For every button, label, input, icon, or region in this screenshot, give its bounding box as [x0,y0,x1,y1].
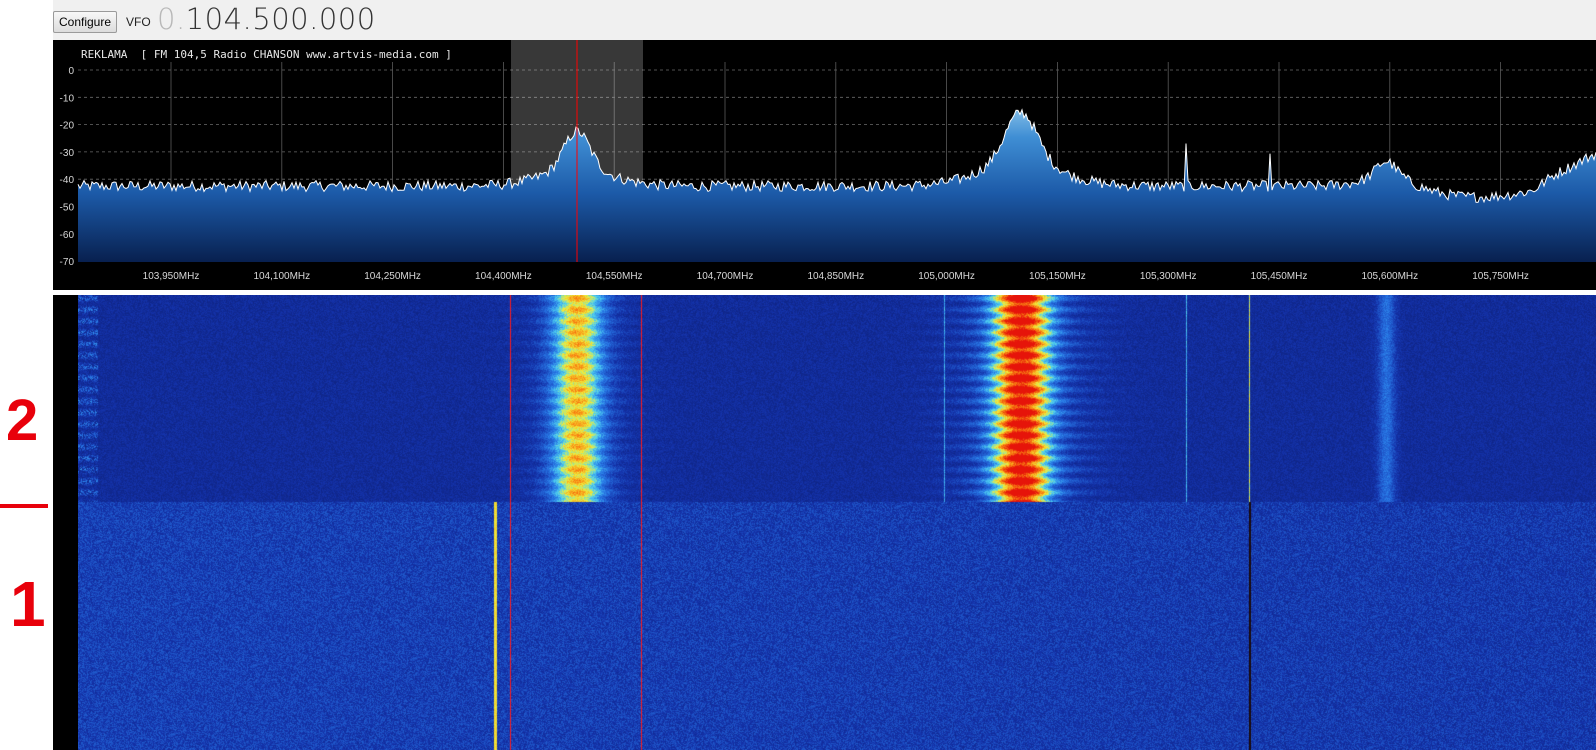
freq-tick-label: 105,150MHz [1029,271,1086,282]
spectrum-fill [78,109,1596,262]
db-tick-label: -30 [60,148,75,159]
vfo-frequency-display[interactable]: 0.104.500.000 [157,2,376,36]
db-tick-label: -70 [60,257,75,268]
annotation-label-1: 1 [10,568,46,640]
annotation-separator-line [0,504,48,508]
vfo-frequency-prefix: 0. [157,2,186,36]
waterfall-canvas [78,295,1596,750]
annotation-label-2: 2 [6,388,39,453]
rds-text: REKLAMA [ FM 104,5 Radio CHANSON www.art… [81,48,452,61]
freq-tick-label: 105,300MHz [1140,271,1197,282]
waterfall-left-strip [53,295,78,750]
db-tick-label: -20 [60,121,75,132]
vfo-frequency-value: 104.500.000 [185,2,376,36]
configure-button[interactable]: Configure [53,11,117,33]
freq-tick-label: 104,250MHz [364,271,421,282]
freq-tick-label: 104,100MHz [253,271,310,282]
waterfall-display[interactable] [53,295,1596,750]
freq-tick-label: 104,400MHz [475,271,532,282]
freq-tick-label: 103,950MHz [143,271,200,282]
freq-tick-label: 105,000MHz [918,271,975,282]
freq-tick-label: 105,750MHz [1472,271,1529,282]
spectrum-plot: 0 -10 -20 -30 -40 -50 -60 -70 103,950MHz 104,100… [60,40,1596,282]
db-tick-label: 0 [68,66,74,77]
db-tick-label: -10 [60,93,75,104]
freq-tick-label: 104,550MHz [586,271,643,282]
db-tick-label: -60 [60,230,75,241]
db-tick-label: -50 [60,203,75,214]
freq-tick-label: 105,600MHz [1361,271,1418,282]
freq-tick-label: 105,450MHz [1251,271,1308,282]
freq-tick-label: 104,850MHz [807,271,864,282]
vfo-label: VFO [126,15,151,29]
db-tick-label: -40 [60,175,75,186]
toolbar: Configure VFO 0.104.500.000 [53,0,1596,40]
spectrum-analyzer[interactable]: 0 -10 -20 -30 -40 -50 -60 -70 103,950MHz 104,100… [53,40,1596,290]
freq-tick-label: 104,700MHz [697,271,754,282]
